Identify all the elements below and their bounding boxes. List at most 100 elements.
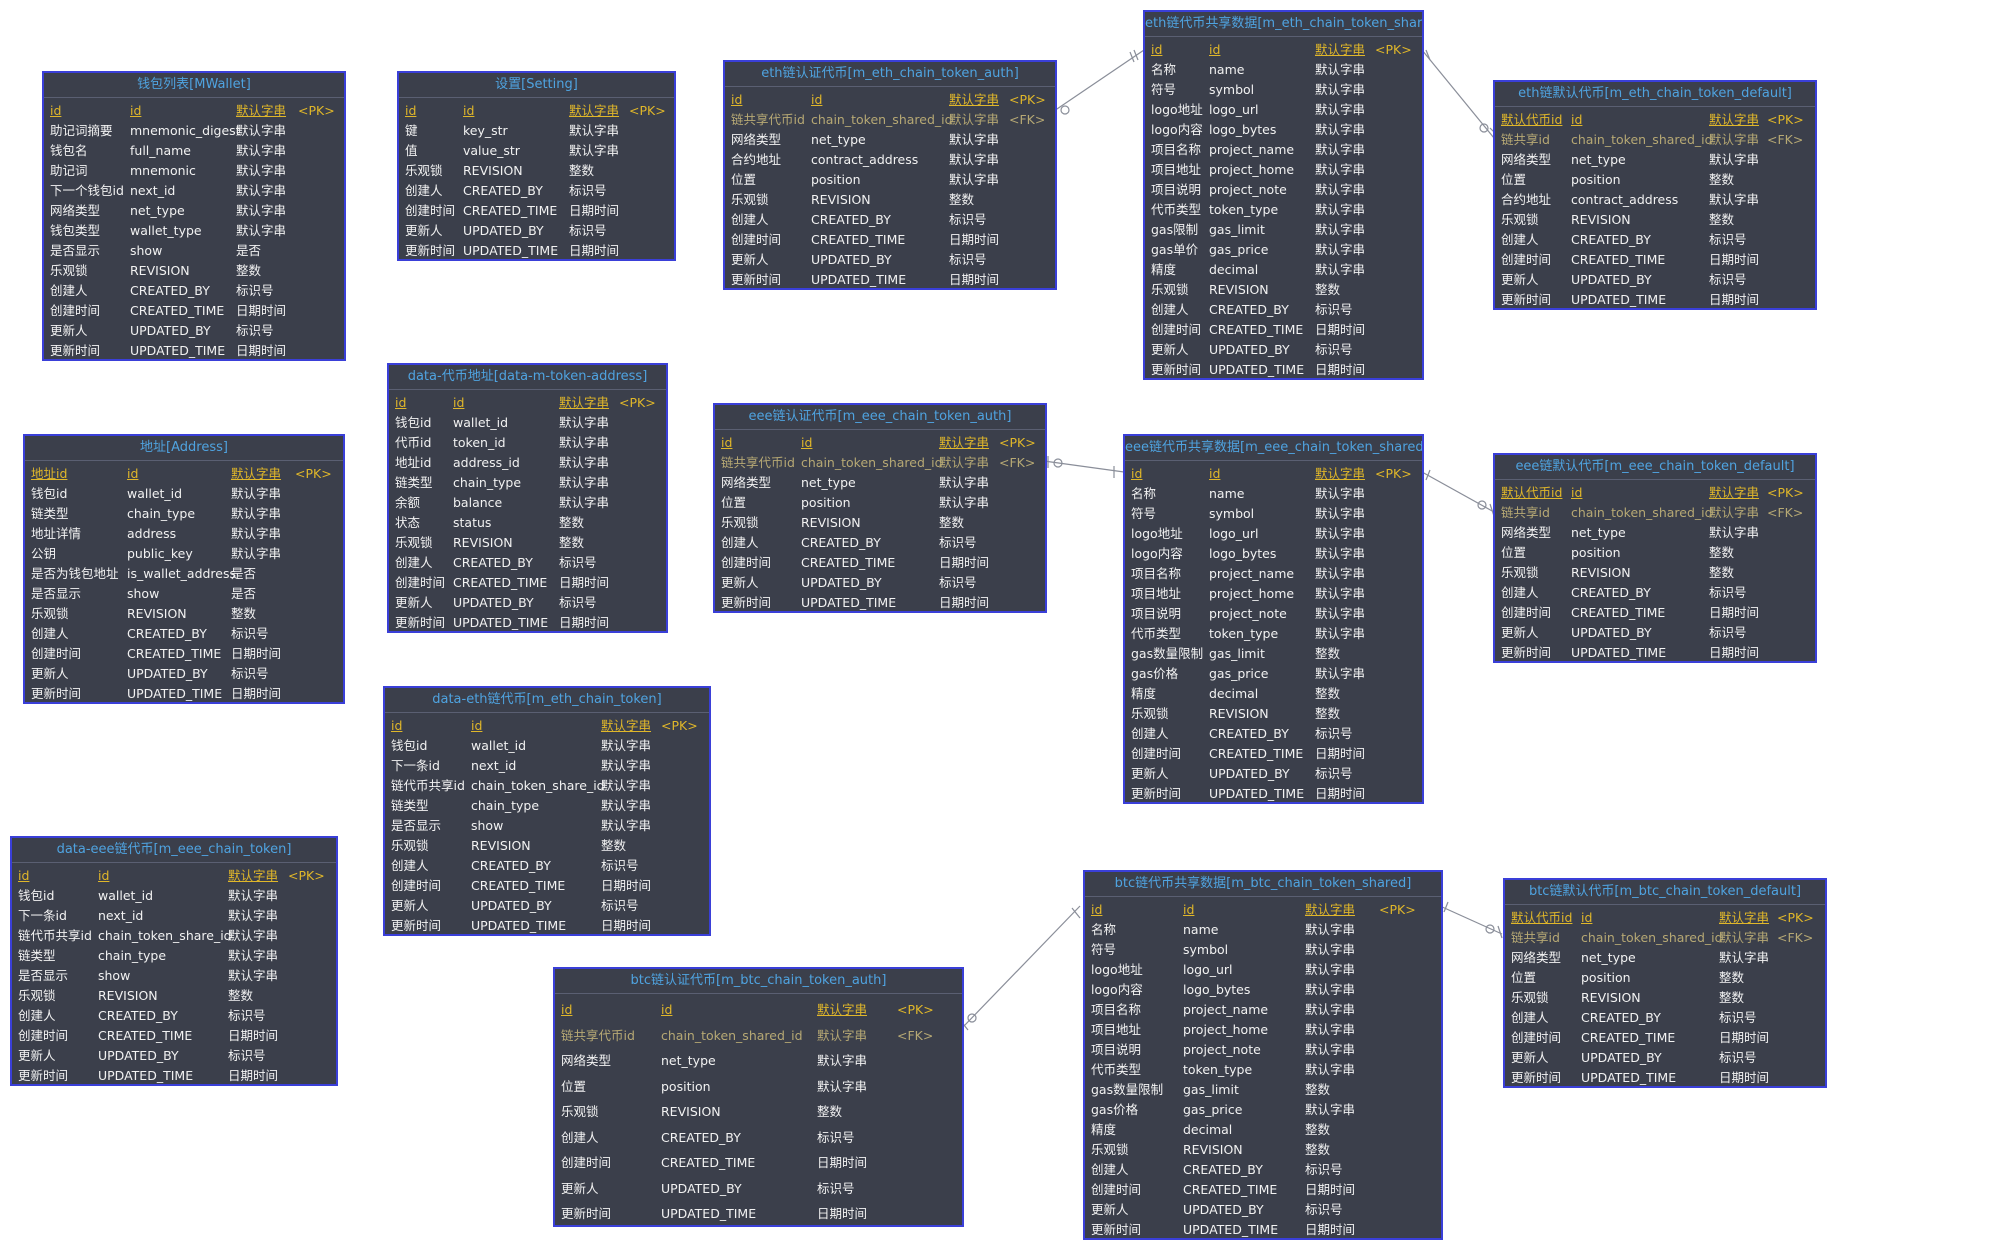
column-type: 默认字串 (1709, 132, 1760, 147)
column-type: 整数 (231, 606, 257, 621)
column-name: UPDATED_TIME (1209, 786, 1305, 801)
column-type: 日期时间 (559, 575, 610, 590)
column-name: address_id (453, 455, 520, 470)
column-label: logo地址 (1131, 526, 1183, 541)
table-row: 钱包类型 wallet_type 默认字串 (44, 221, 344, 241)
column-label: 创建时间 (31, 646, 82, 661)
entity-table[interactable]: eth链认证代币[m_eth_chain_token_auth] id id 默认字串… (723, 60, 1057, 290)
entity-table[interactable]: data-eee链代币[m_eee_chain_token] id id 默认字串 <P… (10, 836, 338, 1086)
column-name: CREATED_TIME (1571, 252, 1666, 267)
table-row: 创建时间 CREATED_TIME 日期时间 (44, 301, 344, 321)
table-row: 乐观锁 REVISION 整数 (1505, 988, 1825, 1008)
table-row: 键 key_str 默认字串 (399, 121, 674, 141)
column-type: 默认字串 (1315, 546, 1366, 561)
column-name: CREATED_TIME (1209, 322, 1304, 337)
column-label: 链共享代币id (561, 1027, 635, 1043)
column-type: 标识号 (1709, 625, 1747, 640)
column-label: 更新人 (18, 1048, 56, 1063)
column-name: CREATED_BY (1571, 585, 1651, 600)
column-name: show (98, 968, 131, 983)
relationship-line (1053, 49, 1145, 112)
entity-table[interactable]: data-代币地址[data-m-token-address] id id 默认字串 <… (387, 363, 668, 633)
entity-table[interactable]: btc链认证代币[m_btc_chain_token_auth] id id 默认字串… (553, 967, 964, 1227)
table-row: 钱包id wallet_id 默认字串 (385, 736, 709, 756)
column-key: <FK> (1767, 132, 1804, 147)
column-name: CREATED_TIME (471, 878, 566, 893)
table-title: eth链默认代币[m_eth_chain_token_default] (1495, 82, 1815, 107)
column-label: 更新人 (391, 898, 429, 913)
relationship-line (1043, 460, 1125, 473)
column-name: CREATED_TIME (1581, 1030, 1676, 1045)
column-type: 标识号 (601, 898, 639, 913)
column-type: 默认字串 (1719, 910, 1770, 925)
column-type: 默认字串 (1305, 942, 1356, 957)
column-label: 创建时间 (731, 232, 782, 247)
column-type: 日期时间 (559, 615, 610, 630)
column-label: 钱包id (31, 486, 68, 501)
column-type: 默认字串 (236, 103, 287, 118)
column-name: id (130, 103, 142, 118)
column-type: 日期时间 (236, 303, 287, 318)
column-label: 乐观锁 (561, 1104, 599, 1119)
column-name: wallet_id (453, 415, 509, 430)
entity-table[interactable]: eee链代币共享数据[m_eee_chain_token_shared] id id… (1123, 434, 1424, 804)
table-row: id id 默认字串 <PK> (385, 716, 709, 736)
entity-table[interactable]: eth链代币共享数据[m_eth_chain_token_shared] id id… (1143, 10, 1424, 380)
table-row: 状态 status 整数 (389, 513, 666, 533)
table-row: 创建时间 CREATED_TIME 日期时间 (399, 201, 674, 221)
column-label: 代币类型 (1091, 1062, 1142, 1077)
column-type: 默认字串 (236, 143, 287, 158)
column-label: logo内容 (1091, 982, 1143, 997)
entity-table[interactable]: btc链代币共享数据[m_btc_chain_token_shared] id id… (1083, 870, 1443, 1240)
entity-table[interactable]: eee链认证代币[m_eee_chain_token_auth] id id 默认字串… (713, 403, 1047, 613)
column-type: 整数 (1305, 1142, 1331, 1157)
column-name: CREATED_TIME (463, 203, 558, 218)
entity-table[interactable]: eee链默认代币[m_eee_chain_token_default] 默认代币i… (1493, 453, 1817, 663)
table-row: 代币类型 token_type 默认字串 (1125, 624, 1422, 644)
column-label: 网络类型 (561, 1053, 612, 1068)
column-type: 是否 (231, 586, 257, 601)
entity-table[interactable]: eth链默认代币[m_eth_chain_token_default] 默认代币i… (1493, 80, 1817, 310)
column-label: 项目地址 (1131, 586, 1182, 601)
entity-table[interactable]: data-eth链代币[m_eth_chain_token] id id 默认字串 <P… (383, 686, 711, 936)
column-type: 默认字串 (559, 415, 610, 430)
entity-table[interactable]: 地址[Address] 地址id id 默认字串 <PK> 钱包id wallet_id 默认… (23, 434, 345, 704)
column-name: UPDATED_BY (1571, 625, 1652, 640)
entity-table[interactable]: btc链默认代币[m_btc_chain_token_default] 默认代币i… (1503, 878, 1827, 1088)
column-type: 整数 (1305, 1122, 1331, 1137)
column-type: 整数 (1709, 565, 1735, 580)
column-label: 符号 (1131, 506, 1157, 521)
column-label: gas价格 (1091, 1102, 1139, 1117)
column-label: 创建人 (1501, 232, 1539, 247)
column-label: 更新人 (1501, 272, 1539, 287)
table-row: 创建人 CREATED_BY 标识号 (1505, 1008, 1825, 1028)
column-label: 更新时间 (1501, 292, 1552, 307)
relationship-line (1053, 458, 1063, 468)
column-name: position (811, 172, 861, 187)
column-type: 标识号 (228, 1048, 266, 1063)
column-name: gas_price (1209, 666, 1269, 681)
entity-table[interactable]: 设置[Setting] id id 默认字串 <PK> 键 key_str 默认字串值 valu… (397, 71, 676, 261)
table-row: id id 默认字串 <PK> (399, 101, 674, 121)
column-label: 是否显示 (391, 818, 442, 833)
column-label: 乐观锁 (31, 606, 69, 621)
table-row: 链共享id chain_token_shared_id 默认字串 <FK> (1505, 928, 1825, 948)
column-name: net_type (130, 203, 185, 218)
column-type: 默认字串 (231, 506, 282, 521)
column-name: REVISION (98, 988, 158, 1003)
table-row: 创建时间 CREATED_TIME 日期时间 (1505, 1028, 1825, 1048)
entity-table[interactable]: 钱包列表[MWallet] id id 默认字串 <PK> 助记词摘要 mnemonic_d… (42, 71, 346, 361)
column-name: token_type (1209, 626, 1279, 641)
column-name: REVISION (453, 535, 513, 550)
table-row: 位置 position 整数 (1505, 968, 1825, 988)
column-label: 乐观锁 (391, 838, 429, 853)
column-name: net_type (801, 475, 856, 490)
table-row: 更新人 UPDATED_BY 标识号 (1085, 1200, 1441, 1220)
table-row: 项目名称 project_name 默认字串 (1145, 140, 1422, 160)
column-type: 默认字串 (1709, 505, 1760, 520)
column-label: 创建人 (395, 555, 433, 570)
column-label: 创建时间 (18, 1028, 69, 1043)
table-row: 代币类型 token_type 默认字串 (1145, 200, 1422, 220)
column-label: 项目地址 (1151, 162, 1202, 177)
column-type: 默认字串 (1315, 102, 1366, 117)
